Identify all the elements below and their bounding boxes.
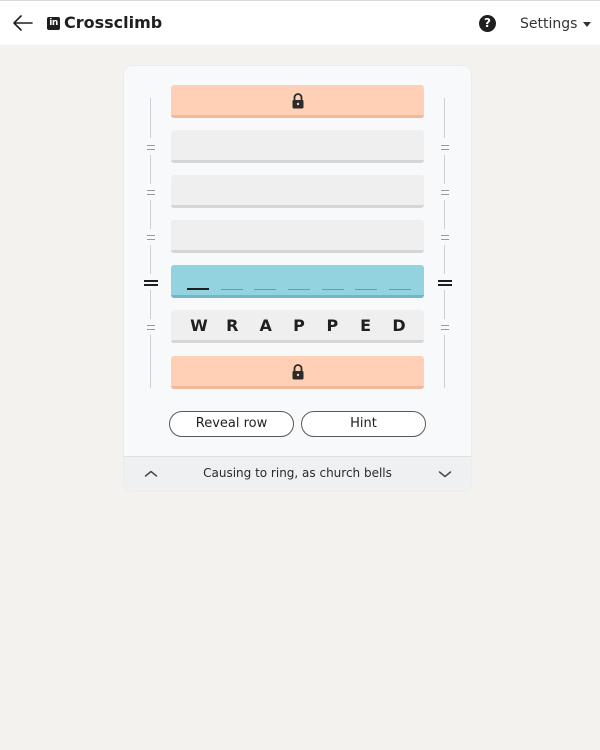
- letter-slot[interactable]: [388, 277, 411, 290]
- settings-button[interactable]: Settings: [520, 16, 592, 32]
- letter-cell: W: [190, 315, 208, 335]
- letter-slot[interactable]: [187, 276, 209, 290]
- chevron-down-icon[interactable]: [437, 466, 453, 482]
- letter-cell: P: [293, 315, 305, 335]
- app-title: Crossclimb: [64, 13, 163, 32]
- letter-cell: A: [259, 315, 272, 335]
- hint-button[interactable]: Hint: [301, 411, 426, 437]
- reveal-row-button[interactable]: Reveal row: [169, 411, 294, 437]
- lock-icon: [292, 364, 303, 380]
- drag-handle-row-6[interactable]: [147, 325, 155, 330]
- settings-label: Settings: [520, 16, 578, 32]
- right-drag-rail: [438, 66, 452, 491]
- caret-down-icon: [583, 21, 592, 27]
- drag-handle-row-4-right[interactable]: [441, 235, 449, 240]
- left-drag-rail: [144, 66, 158, 491]
- word-row-locked-top[interactable]: [171, 85, 424, 118]
- letter-cell: D: [392, 315, 406, 335]
- word-row-3[interactable]: [171, 175, 424, 208]
- game-board: W R A P P E D Reveal row Hint Causing to…: [124, 66, 471, 491]
- row-letters: W R A P P E D: [187, 310, 411, 340]
- chevron-up-icon[interactable]: [143, 466, 159, 482]
- word-row-4[interactable]: [171, 220, 424, 253]
- drag-handle-row-5-right[interactable]: [438, 280, 452, 286]
- clue-bar: Causing to ring, as church bells: [124, 456, 471, 491]
- word-row-filled[interactable]: W R A P P E D: [171, 310, 424, 343]
- brand: in Crossclimb: [47, 13, 162, 33]
- letter-cell: R: [226, 315, 239, 335]
- drag-handle-row-2-right[interactable]: [441, 145, 449, 150]
- letter-slot[interactable]: [287, 277, 310, 290]
- letter-slot[interactable]: [254, 277, 277, 290]
- back-arrow-icon[interactable]: [12, 12, 34, 34]
- word-row-active[interactable]: [171, 265, 424, 298]
- letter-cell: P: [326, 315, 339, 335]
- letter-slot[interactable]: [355, 277, 378, 290]
- letter-slot[interactable]: [220, 277, 243, 290]
- letter-cell: E: [360, 315, 372, 335]
- drag-handle-row-6-right[interactable]: [441, 325, 449, 330]
- letter-slot[interactable]: [321, 277, 344, 290]
- drag-handle-row-2[interactable]: [147, 145, 155, 150]
- lock-icon: [292, 93, 303, 109]
- letter-slots: [187, 265, 411, 295]
- clue-text: Causing to ring, as church bells: [203, 466, 392, 480]
- drag-handle-row-5[interactable]: [144, 280, 158, 286]
- top-bar: in Crossclimb ? Settings: [0, 0, 600, 45]
- drag-handle-row-4[interactable]: [147, 235, 155, 240]
- linkedin-logo-icon: in: [47, 16, 60, 30]
- drag-handle-row-3[interactable]: [147, 190, 155, 195]
- word-row-2[interactable]: [171, 130, 424, 163]
- drag-handle-row-3-right[interactable]: [441, 190, 449, 195]
- help-icon[interactable]: ?: [479, 15, 496, 32]
- word-row-locked-bottom[interactable]: [171, 356, 424, 389]
